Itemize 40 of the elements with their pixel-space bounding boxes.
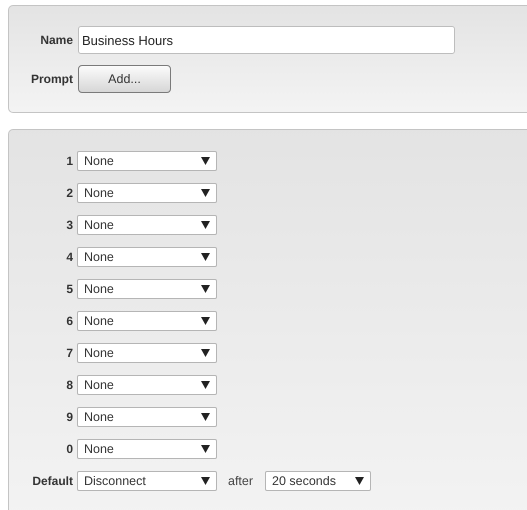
action-dropdown[interactable]: None	[77, 183, 217, 203]
caret-icon	[201, 285, 210, 293]
key-label: 6	[66, 314, 73, 328]
caret-icon	[201, 157, 210, 165]
add-button[interactable]: Add...	[78, 65, 171, 93]
timeout-dropdown[interactable]: 20 seconds	[265, 471, 372, 491]
key-label: 8	[66, 378, 73, 392]
caret-icon	[201, 317, 210, 325]
action-dropdown[interactable]: Disconnect	[77, 471, 217, 491]
caret-icon	[355, 477, 364, 485]
key-label: 1	[66, 154, 73, 168]
action-dropdown[interactable]: None	[77, 151, 217, 171]
caret-icon	[201, 221, 210, 229]
key-label: 9	[66, 410, 73, 424]
caret-icon	[201, 253, 210, 261]
key-label: 3	[66, 218, 73, 232]
caret-icon	[201, 413, 210, 421]
caret-icon	[201, 349, 210, 357]
key-label: 2	[66, 186, 73, 200]
caret-icon	[201, 189, 210, 197]
key-label: 7	[66, 346, 73, 360]
action-dropdown[interactable]: None	[77, 279, 217, 299]
caret-icon	[201, 381, 210, 389]
field-label: Name	[40, 33, 73, 47]
action-dropdown[interactable]: None	[77, 407, 217, 427]
caret-icon	[201, 477, 210, 485]
action-dropdown[interactable]: None	[77, 247, 217, 267]
action-dropdown[interactable]: None	[77, 375, 217, 395]
key-label: 5	[66, 282, 73, 296]
field-label: Prompt	[31, 72, 73, 86]
caret-icon	[201, 445, 210, 453]
key-label: 0	[66, 442, 73, 456]
after-label: after	[228, 474, 254, 488]
field-label: Default	[32, 474, 73, 488]
action-dropdown[interactable]: None	[77, 439, 217, 459]
key-label: 4	[66, 250, 73, 264]
action-dropdown[interactable]: None	[77, 311, 217, 331]
action-dropdown[interactable]: None	[77, 343, 217, 363]
name-field[interactable]: Business Hours	[78, 26, 455, 54]
action-dropdown[interactable]: None	[77, 215, 217, 235]
